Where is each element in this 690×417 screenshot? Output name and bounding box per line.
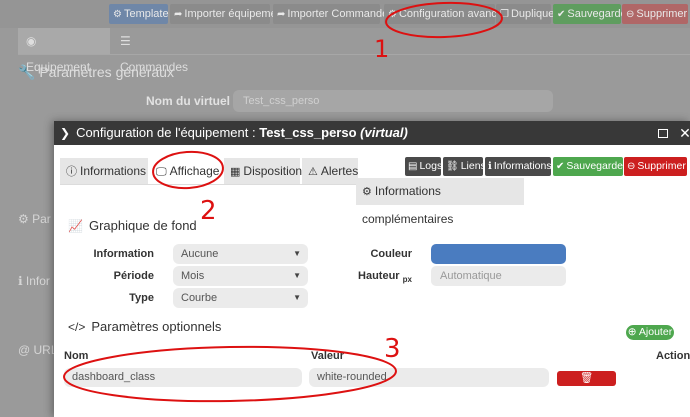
chevron-right-icon: ❯ <box>60 126 71 140</box>
modal-header: ❯ Configuration de l'équipement : Test_cs… <box>54 121 690 145</box>
cogs-icon: ⚙ <box>362 186 372 198</box>
hauteur-label: Hauteur px <box>358 270 412 285</box>
type-label: Type <box>129 292 154 304</box>
color-picker[interactable] <box>431 244 566 264</box>
at-icon: @ <box>18 343 34 357</box>
warning-icon: ⚠ <box>308 166 318 178</box>
graph-section-title: 📈 Graphique de fond <box>68 218 197 233</box>
share-icon: ➦ <box>277 9 286 20</box>
links-button[interactable]: ⛓ Liens <box>443 157 486 176</box>
list-icon: ☰ <box>120 34 131 48</box>
information-select[interactable]: Aucune ▼ <box>173 244 308 264</box>
tab-disposition[interactable]: ▦ Disposition <box>224 158 302 184</box>
save-button[interactable]: ✔ Sauvegarder <box>553 4 630 24</box>
plus-circle-icon: ⊕ <box>627 326 639 338</box>
delete-param-button[interactable]: 🗑 Supprimer <box>557 371 616 399</box>
trash-icon: 🗑 <box>579 372 594 384</box>
tab-affichage[interactable]: 🖵 Affichage <box>150 158 220 184</box>
add-param-button[interactable]: ⊕ Ajouter <box>626 325 674 340</box>
periode-select[interactable]: Mois ▼ <box>173 266 308 286</box>
side-heading-partial: ⚙ Par <box>18 212 51 226</box>
advanced-config-button[interactable]: ⚙ Configuration avancée <box>384 4 509 24</box>
close-icon: ✕ <box>679 125 690 141</box>
grid-icon: ▦ <box>230 166 241 178</box>
check-circle-icon: ✔ <box>557 9 566 20</box>
tabs-underline <box>60 184 360 185</box>
modal-save-button[interactable]: ✔ Sauvegarder <box>553 157 627 176</box>
copy-icon: ❐ <box>500 9 509 20</box>
virtual-name-label: Nom du virtuel <box>146 94 231 108</box>
type-select[interactable]: Courbe ▼ <box>173 288 308 308</box>
info-icon: ℹ <box>18 274 26 288</box>
info-circle-icon: ⓘ <box>66 166 77 178</box>
cogs-icon: ⚙ <box>388 9 397 20</box>
maximize-icon <box>658 129 668 139</box>
hauteur-input[interactable]: Automatique <box>431 266 566 286</box>
general-params-heading: 🔧 Paramètres généraux <box>18 64 174 80</box>
tab-infos-complementaires[interactable]: ⚙ Informations complémentaires <box>356 178 524 226</box>
column-header-nom: Nom <box>64 350 89 362</box>
periode-label: Période <box>113 270 154 282</box>
minus-circle-icon: ⊖ <box>626 9 635 20</box>
close-button[interactable]: ✕ <box>675 121 690 145</box>
tab-equipment[interactable]: ◉ Equipement <box>18 28 110 74</box>
logs-button[interactable]: ▤ Logs <box>405 157 442 176</box>
top-toolbar: ⚙ Template ➦ Importer équipement ➦ Importer… <box>0 0 690 28</box>
check-circle-icon: ✔ <box>556 161 565 172</box>
caret-down-icon: ▼ <box>293 271 301 280</box>
import-equipment-button[interactable]: ➦ Importer équipement <box>170 4 286 24</box>
wrench-icon: 🔧 <box>18 64 40 80</box>
side-heading-partial: ℹ Infor <box>18 274 50 288</box>
minus-circle-icon: ⊖ <box>627 161 636 172</box>
column-header-action: Action <box>656 350 690 362</box>
line-chart-icon: 📈 <box>68 219 83 233</box>
modal-delete-button[interactable]: ⊖ Supprimer <box>624 157 687 176</box>
configuration-modal: ❯ Configuration de l'équipement : Test_cs… <box>54 121 690 417</box>
background-tabs: ◉ Equipement ☰ Commandes <box>18 28 198 74</box>
sitemap-icon: ⛓ <box>446 161 459 172</box>
cogs-icon: ⚙ <box>18 212 33 226</box>
couleur-label: Couleur <box>370 248 412 260</box>
tachometer-icon: ◉ <box>26 34 37 48</box>
modal-tabs: ⓘ Informations 🖵 Affichage ▦ Disposition ⚠ A… <box>60 158 360 184</box>
divider <box>18 54 690 55</box>
information-label: Information <box>93 248 155 260</box>
maximize-button[interactable] <box>653 121 673 145</box>
code-icon: </> <box>68 320 86 334</box>
param-value-input[interactable]: white-rounded <box>309 368 549 387</box>
caret-down-icon: ▼ <box>293 293 301 302</box>
template-button[interactable]: ⚙ Template <box>109 4 169 24</box>
virtual-name-input[interactable]: Test_css_perso <box>233 90 553 112</box>
tab-alertes[interactable]: ⚠ Alertes <box>302 158 358 184</box>
tab-informations[interactable]: ⓘ Informations <box>60 158 148 184</box>
informations-button[interactable]: ℹ Informations <box>485 157 552 176</box>
delete-button[interactable]: ⊖ Supprimer <box>622 4 688 24</box>
caret-down-icon: ▼ <box>293 249 301 258</box>
tab-commands[interactable]: ☰ Commandes <box>112 28 198 74</box>
file-icon: ▤ <box>408 161 418 172</box>
optional-params-title: </> Paramètres optionnels <box>68 319 222 334</box>
desktop-icon: 🖵 <box>156 166 167 178</box>
cubes-icon: ⚙ <box>113 9 122 20</box>
param-name-input[interactable]: dashboard_class <box>64 368 302 387</box>
import-commands-button[interactable]: ➦ Importer Commandes <box>273 4 394 24</box>
info-icon: ℹ <box>488 161 492 172</box>
side-heading-partial: @ URL <box>18 343 58 357</box>
duplicate-button[interactable]: ❐ Dupliquer <box>496 4 558 24</box>
column-header-valeur: Valeur <box>311 350 345 362</box>
share-icon: ➦ <box>174 9 183 20</box>
